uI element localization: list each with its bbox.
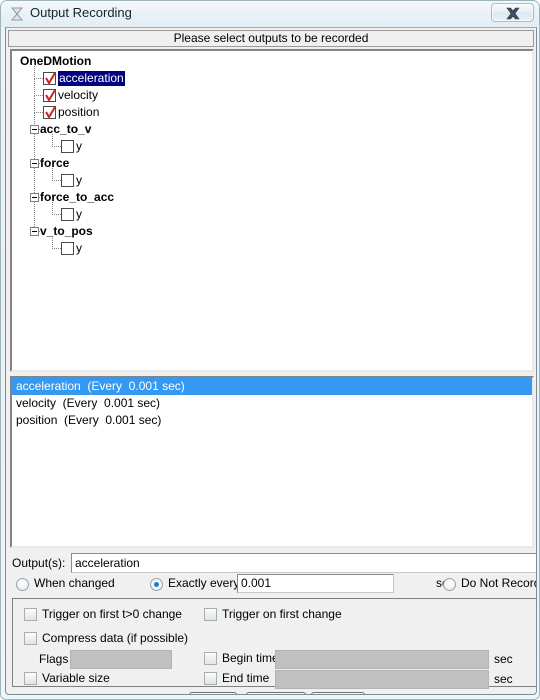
tree-expander-force[interactable] [30, 159, 39, 168]
tree-expander-v-to-pos[interactable] [30, 227, 39, 236]
ok-button[interactable]: OK [189, 692, 237, 694]
checkbox-trigger-t0[interactable] [24, 608, 37, 621]
radio-when-changed-label: When changed [34, 576, 115, 590]
tree-checkbox-v-to-pos-y[interactable] [61, 242, 74, 255]
recorded-outputs-list[interactable]: acceleration (Every 0.001 sec) velocity … [10, 376, 534, 548]
tree-checkbox-acceleration[interactable] [43, 72, 56, 85]
tree-node-label: v_to_pos [40, 224, 93, 238]
checkbox-trigger-first-label: Trigger on first change [222, 607, 342, 621]
tree-node-v-to-pos-y[interactable]: y [12, 236, 532, 257]
tree-connector-horizontal [34, 112, 43, 113]
list-item[interactable]: position (Every 0.001 sec) [12, 412, 532, 429]
checkbox-trigger-t0-label: Trigger on first t>0 change [42, 607, 182, 621]
end-time-unit: sec [494, 672, 513, 686]
tree-expander-force-to-acc[interactable] [30, 193, 39, 202]
tree-node-label: OneDMotion [20, 54, 92, 68]
outputs-tree-panel[interactable]: OneDMotion acceleration velocity positio… [10, 49, 534, 372]
close-button[interactable] [491, 3, 534, 22]
tree-node-force-y[interactable]: y [12, 168, 532, 189]
window-title: Output Recording [30, 5, 132, 20]
output-recording-window: Output Recording Please select outputs t… [0, 0, 540, 700]
begin-time-unit: sec [494, 652, 513, 666]
dialog-button-bar: OK Cancel Help [6, 692, 536, 694]
tree-connector-vertical [34, 146, 35, 159]
checkbox-end-time-label: End time [222, 671, 270, 685]
radio-when-changed[interactable] [16, 578, 29, 591]
tree-node-label: position [58, 105, 100, 119]
tree-node-label: y [76, 207, 82, 221]
radio-do-not-record-label: Do Not Record [461, 576, 537, 590]
tree-checkbox-force-y[interactable] [61, 174, 74, 187]
tree-node-velocity[interactable]: velocity [12, 79, 532, 104]
tree-node-label: velocity [58, 88, 99, 102]
tree-node-acc-to-v-y[interactable]: y [12, 134, 532, 155]
tree-connector-horizontal [34, 78, 43, 79]
cancel-button[interactable]: Cancel [246, 692, 306, 694]
radio-exactly-every[interactable] [150, 578, 163, 591]
tree-node-label: y [76, 241, 82, 255]
checkbox-compress-data[interactable] [24, 632, 37, 645]
tree-connector-vertical [34, 96, 35, 113]
tree-connector-vertical [34, 113, 35, 125]
tree-connector-horizontal [52, 248, 61, 249]
tree-checkbox-velocity[interactable] [43, 89, 56, 102]
tree-connector-horizontal [34, 95, 43, 96]
list-item[interactable]: acceleration (Every 0.001 sec) [12, 378, 532, 395]
tree-connector-vertical [34, 214, 35, 227]
options-group: Trigger on first t>0 change Trigger on f… [12, 598, 536, 689]
radio-exactly-every-label: Exactly every [168, 576, 240, 590]
tree-checkbox-force-to-acc-y[interactable] [61, 208, 74, 221]
outputs-label: Output(s): [12, 556, 66, 570]
dialog-client-area: Please select outputs to be recorded One… [5, 27, 537, 695]
check-icon [45, 72, 56, 85]
tree-node-acceleration[interactable]: acceleration [12, 62, 532, 87]
record-mode-row: When changed Exactly every 0.001 sec Do … [12, 574, 537, 596]
tree-node-root[interactable]: OneDMotion [12, 53, 532, 70]
tree-node-label: y [76, 139, 82, 153]
tree-checkbox-position[interactable] [43, 106, 56, 119]
check-icon [45, 89, 56, 102]
tree-connector-horizontal [52, 180, 61, 181]
flags-input[interactable] [70, 650, 172, 669]
hourglass-icon [9, 6, 25, 22]
tree-node-force[interactable]: force [12, 146, 532, 172]
tree-node-acc-to-v[interactable]: acc_to_v [12, 113, 532, 138]
tree-connector-vertical [34, 62, 35, 79]
tree-node-label: force [40, 156, 70, 170]
checkbox-trigger-first[interactable] [204, 608, 217, 621]
flags-label: Flags [39, 652, 69, 666]
tree-connector-horizontal [52, 146, 61, 147]
outputs-row: Output(s): acceleration [12, 553, 536, 573]
radio-do-not-record[interactable] [443, 578, 456, 591]
end-time-input[interactable] [275, 670, 489, 689]
tree-node-force-to-acc-y[interactable]: y [12, 202, 532, 223]
interval-input[interactable]: 0.001 [237, 574, 394, 593]
tree-connector-vertical [34, 79, 35, 96]
tree-node-label: acc_to_v [40, 122, 92, 136]
check-icon [45, 106, 56, 119]
instruction-banner: Please select outputs to be recorded [8, 30, 534, 47]
checkbox-end-time[interactable] [204, 672, 217, 685]
outputs-input[interactable]: acceleration [71, 553, 536, 573]
title-bar: Output Recording [1, 1, 539, 27]
begin-time-input[interactable] [275, 650, 489, 669]
tree-expander-acc-to-v[interactable] [30, 125, 39, 134]
tree-node-v-to-pos[interactable]: v_to_pos [12, 214, 532, 240]
tree-node-position[interactable]: position [12, 96, 532, 121]
tree-node-label: y [76, 173, 82, 187]
checkbox-variable-size[interactable] [24, 672, 37, 685]
close-icon [506, 7, 520, 20]
tree-node-label: acceleration [58, 71, 125, 86]
list-item[interactable]: velocity (Every 0.001 sec) [12, 395, 532, 412]
checkbox-variable-size-label: Variable size [42, 671, 110, 685]
checkbox-compress-data-label: Compress data (if possible) [42, 631, 189, 645]
tree-connector-horizontal [52, 214, 61, 215]
tree-node-force-to-acc[interactable]: force_to_acc [12, 180, 532, 206]
outputs-tree: OneDMotion acceleration velocity positio… [12, 53, 532, 257]
checkbox-begin-time[interactable] [204, 652, 217, 665]
tree-checkbox-acc-to-v-y[interactable] [61, 140, 74, 153]
help-button[interactable]: Help [311, 692, 365, 694]
checkbox-begin-time-label: Begin time [222, 651, 279, 665]
tree-connector-vertical [34, 180, 35, 193]
